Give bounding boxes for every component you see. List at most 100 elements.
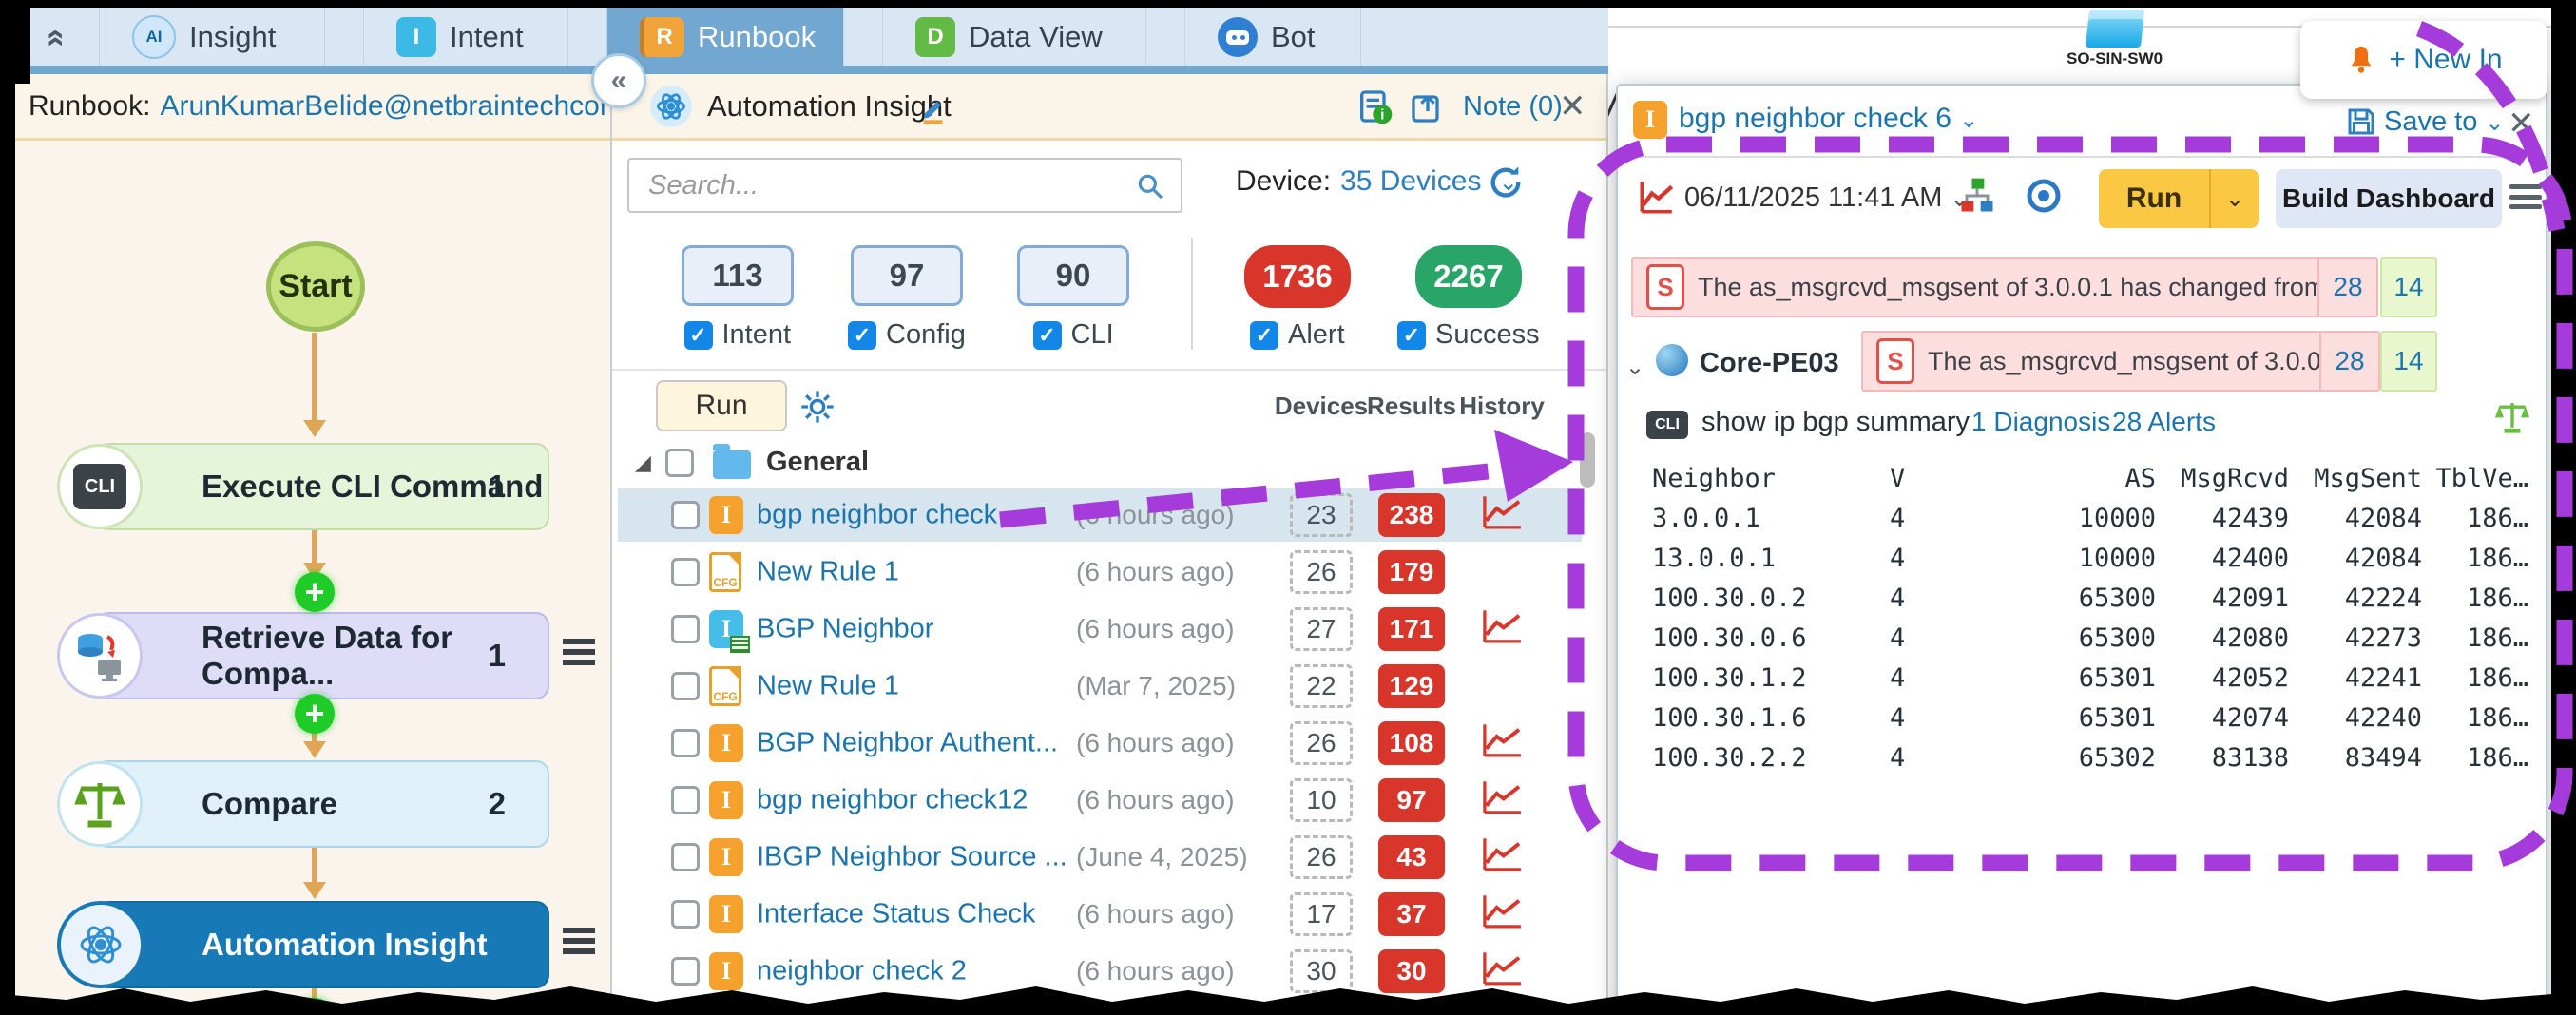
save-icon[interactable] [2344, 105, 2378, 139]
checkbox-checked[interactable]: ✓ [1397, 320, 1426, 350]
device-name[interactable]: Core-PE03 [1700, 348, 1839, 379]
results-count-badge[interactable]: 43 [1378, 835, 1445, 879]
row-checkbox[interactable] [671, 900, 700, 929]
search-icon[interactable] [1135, 171, 1165, 201]
results-count-badge[interactable]: 179 [1378, 550, 1445, 594]
history-chart-icon[interactable] [1481, 837, 1523, 878]
checkbox-checked[interactable]: ✓ [1250, 320, 1278, 350]
folder-checkbox[interactable] [665, 449, 694, 477]
save-to-button[interactable]: Save to ⌄ [2384, 106, 2505, 138]
list-item-bgp-neighbor-check12[interactable]: Ibgp neighbor check12 (6 hours ago) 10 97 [618, 774, 1582, 827]
flow-node-automation-insight[interactable]: Automation Insight [57, 901, 549, 988]
folder-row[interactable]: ◢ General [612, 441, 1606, 487]
flow-start-node[interactable]: Start [266, 241, 365, 332]
run-options-caret[interactable]: ⌄ [2209, 169, 2259, 228]
alert-count[interactable]: 28 [2317, 259, 2376, 316]
stat-checkbox-config[interactable]: ✓ Config [848, 319, 966, 351]
tree-expand-icon[interactable]: ◢ [635, 450, 651, 475]
history-chart-icon[interactable] [1481, 609, 1523, 650]
row-checkbox[interactable] [671, 672, 700, 700]
refresh-icon[interactable] [1487, 163, 1525, 201]
run-intent-button[interactable]: Run ⌄ [2099, 169, 2259, 228]
devices-count[interactable]: 26 [1290, 550, 1353, 594]
history-chart-icon[interactable] [1481, 723, 1523, 764]
stat-checkbox-intent[interactable]: ✓ Intent [683, 319, 791, 351]
row-checkbox[interactable] [671, 843, 700, 871]
intent-title-dropdown[interactable]: bgp neighbor check 6 ⌄ [1679, 103, 1978, 135]
edit-pencil-icon[interactable] [918, 93, 951, 125]
tab-insight[interactable]: AI Insight [99, 8, 325, 66]
devices-count[interactable]: 26 [1290, 721, 1353, 765]
device-expand-icon[interactable]: ⌄ [1625, 354, 1644, 381]
note-button[interactable]: Note (0) [1463, 91, 1563, 123]
results-count-badge[interactable]: 129 [1378, 664, 1445, 708]
history-chart-icon[interactable] [1481, 495, 1523, 536]
history-chart-icon[interactable] [1481, 951, 1523, 992]
tab-bot[interactable]: Bot [1184, 8, 1361, 66]
map-note-icon[interactable]: i [1355, 87, 1394, 125]
list-item-ibgp-neighbor-source-[interactable]: I IBGP Neighbor Source ... (June 4, 2025) 2… [618, 831, 1582, 884]
alert-summary-bar[interactable]: S The as_msgrcvd_msgsent of 3.0.0.1 has … [1631, 257, 2378, 317]
gear-icon[interactable] [798, 388, 836, 426]
results-count-badge[interactable]: 108 [1378, 721, 1445, 765]
panel-menu-icon[interactable] [2509, 184, 2542, 209]
item-name-link[interactable]: New Rule 1 [757, 671, 899, 702]
item-name-link[interactable]: Interface Status Check [757, 899, 1035, 930]
runbook-name-link[interactable]: ArunKumarBelide@netbraintechcom Runbo [160, 90, 610, 123]
add-step-button[interactable]: + [295, 572, 335, 612]
history-chart-icon[interactable] [1481, 894, 1523, 935]
row-checkbox[interactable] [671, 558, 700, 586]
results-count-badge[interactable]: 97 [1378, 778, 1445, 822]
history-chart-icon[interactable] [1637, 177, 1677, 217]
checkbox-checked[interactable]: ✓ [1032, 320, 1062, 350]
row-checkbox[interactable] [671, 615, 700, 643]
map-device-icon[interactable] [2085, 10, 2145, 48]
list-item-neighbor-check-2[interactable]: Ineighbor check 2 (6 hours ago) 30 30 [618, 945, 1582, 998]
checkbox-checked[interactable]: ✓ [848, 320, 876, 350]
history-chart-icon[interactable] [1481, 780, 1523, 821]
devices-count[interactable]: 22 [1290, 664, 1353, 708]
flow-node-compare[interactable]: Compare 2 [57, 760, 549, 848]
list-item-interface-status-check[interactable]: I Interface Status Check (6 hours ago) 17 37 [618, 888, 1582, 941]
diagnosis-link[interactable]: 1 Diagnosis [1971, 407, 2110, 437]
checkbox-checked[interactable]: ✓ [683, 320, 713, 350]
device-filter[interactable]: Device: 35 Devices ⌄ [1226, 165, 1518, 198]
close-detail-icon[interactable]: ✕ [2508, 105, 2535, 143]
column-header-devices[interactable]: Devices [1275, 392, 1368, 421]
collapse-tabs-icon[interactable]: « [38, 17, 76, 59]
flow-node-retrieve-data[interactable]: Retrieve Data for Compa... 1 [57, 612, 549, 699]
device-tree-icon[interactable] [1956, 175, 1998, 217]
run-button[interactable]: Run [656, 380, 787, 431]
list-item-new-rule-1[interactable]: CFG New Rule 1 (Mar 7, 2025) 22 129 [618, 660, 1582, 713]
add-step-button[interactable]: + [295, 998, 335, 1005]
list-item-bgp-neighbor-check[interactable]: Ibgp neighbor check (6 hours ago) 23 238 [618, 488, 1582, 542]
devices-count[interactable]: 27 [1290, 607, 1353, 651]
list-item-new-rule-1[interactable]: CFG New Rule 1 (6 hours ago) 26 179 [618, 546, 1582, 599]
list-item-bgp-neighbor-authent-[interactable]: I BGP Neighbor Authent... (6 hours ago) 26 1… [618, 717, 1582, 770]
new-intent-button[interactable]: + New In [2300, 21, 2547, 99]
success-count[interactable]: 14 [2380, 331, 2437, 392]
list-item-bgp-neighbor[interactable]: I BGP Neighbor (6 hours ago) 27 171 [618, 603, 1582, 656]
device-alert-bar[interactable]: S The as_msgrcvd_msgsent of 3.0.0.1 ha..… [1861, 331, 2380, 392]
item-name-link[interactable]: bgp neighbor check12 [757, 785, 1028, 816]
devices-count[interactable]: 10 [1290, 778, 1353, 822]
item-name-link[interactable]: bgp neighbor check [757, 500, 997, 531]
stat-checkbox-alert[interactable]: ✓ Alert [1250, 319, 1345, 351]
item-name-link[interactable]: New Rule 1 [757, 557, 899, 588]
diagnosis-scales-icon[interactable] [2494, 399, 2530, 435]
collapse-panel-button[interactable]: « [591, 53, 646, 108]
add-step-button[interactable]: + [295, 694, 335, 734]
alerts-link[interactable]: 28 Alerts [2112, 407, 2216, 437]
item-name-link[interactable]: neighbor check 2 [757, 956, 967, 987]
results-count-badge[interactable]: 238 [1378, 493, 1445, 537]
item-name-link[interactable]: IBGP Neighbor Source ... [757, 842, 1067, 873]
result-timestamp-dropdown[interactable]: 06/11/2025 11:41 AM ⌄ [1684, 182, 1970, 214]
flow-node-execute-cli[interactable]: CLI Execute CLI Command 1 [57, 443, 549, 530]
tab-intent[interactable]: I Intent [363, 8, 568, 66]
results-count-badge[interactable]: 30 [1378, 949, 1445, 993]
column-header-results[interactable]: Results [1367, 392, 1456, 421]
search-input[interactable]: Search... [627, 158, 1182, 213]
row-checkbox[interactable] [671, 957, 700, 986]
close-panel-icon[interactable]: ✕ [1559, 87, 1586, 125]
row-checkbox[interactable] [671, 729, 700, 757]
